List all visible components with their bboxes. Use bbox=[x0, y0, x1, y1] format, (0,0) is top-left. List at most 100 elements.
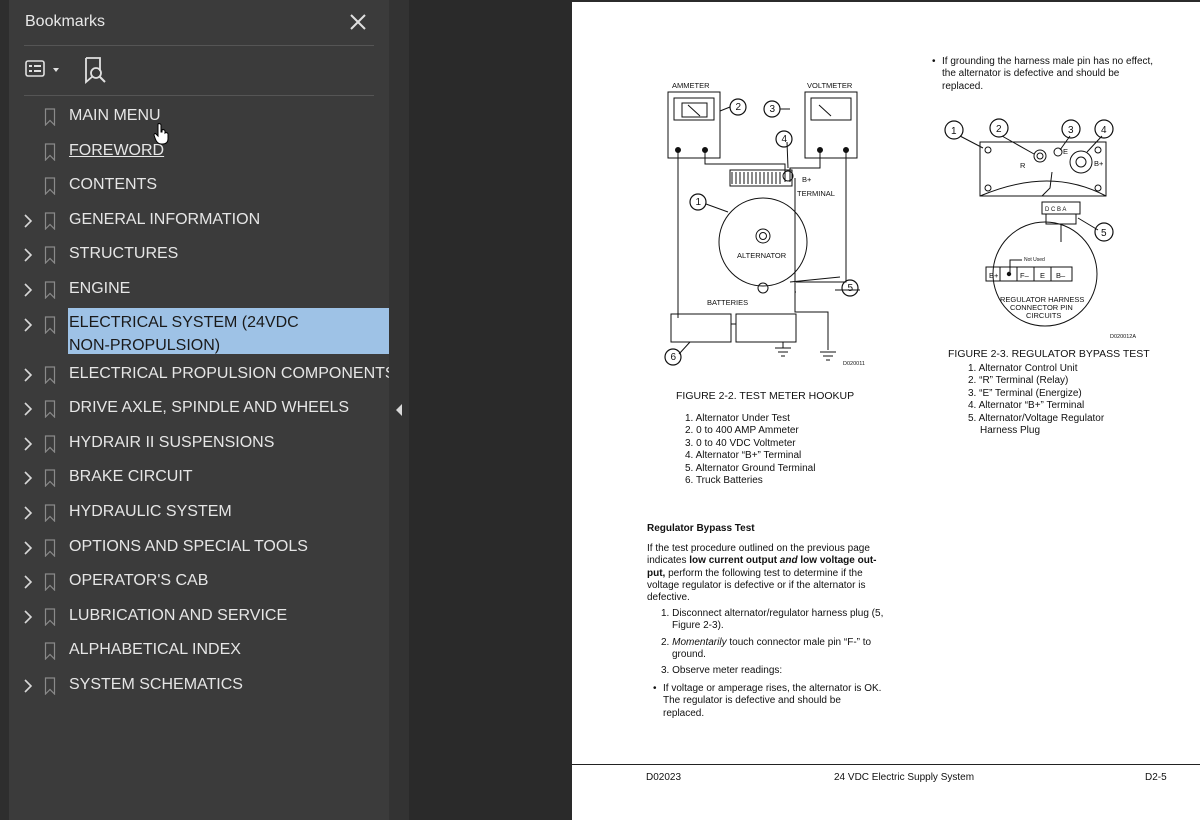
pdf-viewer: Bookmarks MAIN MENU FOREWORD CONTENTS GENER… bbox=[0, 0, 1200, 820]
list-options-icon[interactable] bbox=[24, 57, 64, 83]
bplus-terminal-label: B+ bbox=[1094, 159, 1104, 168]
note-line: The regulator is defective and should be bbox=[663, 695, 841, 707]
chevron-right-icon[interactable] bbox=[22, 247, 34, 263]
italic-text: Momentarily bbox=[672, 636, 727, 648]
bookmark-icon bbox=[44, 177, 56, 196]
step-line: Figure 2-3). bbox=[672, 620, 724, 632]
label-line: NON-PROPULSION) bbox=[69, 336, 221, 354]
bookmark-item[interactable]: HYDRAULIC SYSTEM bbox=[16, 496, 386, 530]
footer-doc-id: D02023 bbox=[646, 772, 682, 783]
note-line: If grounding the harness male pin has no… bbox=[942, 56, 1154, 67]
chevron-right-icon[interactable] bbox=[22, 317, 34, 333]
bookmark-item[interactable]: LUBRICATION AND SERVICE bbox=[16, 600, 386, 634]
chevron-right-icon[interactable] bbox=[22, 540, 34, 556]
bookmark-icon bbox=[44, 504, 56, 522]
bookmark-label: STRUCTURES bbox=[69, 245, 179, 263]
chevron-right-icon[interactable] bbox=[22, 436, 34, 452]
bookmark-label: ALPHABETICAL INDEX bbox=[69, 641, 241, 659]
chevron-right-icon[interactable] bbox=[22, 574, 34, 590]
bookmark-item[interactable]: DRIVE AXLE, SPINDLE AND WHEELS bbox=[16, 392, 386, 426]
chevron-right-icon[interactable] bbox=[22, 609, 34, 625]
chevron-right-icon[interactable] bbox=[22, 505, 34, 521]
pin-label: B– bbox=[1056, 271, 1066, 280]
bookmark-item[interactable]: ALPHABETICAL INDEX bbox=[16, 634, 386, 668]
chevron-right-icon[interactable] bbox=[22, 282, 34, 298]
body-line: put, perform the following test to deter… bbox=[647, 568, 889, 580]
callout-1: 1 bbox=[951, 126, 957, 137]
bookmark-item[interactable]: ELECTRICAL PROPULSION COMPONENTS bbox=[16, 358, 396, 392]
callout-3: 3 bbox=[1068, 125, 1074, 136]
callout-5: 5 bbox=[848, 283, 854, 294]
bookmark-item[interactable]: GENERAL INFORMATION bbox=[16, 204, 386, 238]
bold-text: low voltage out- bbox=[800, 555, 877, 567]
bookmark-item[interactable]: BRAKE CIRCUIT bbox=[16, 461, 386, 495]
chevron-right-icon[interactable] bbox=[22, 213, 34, 229]
chevron-right-icon[interactable] bbox=[22, 678, 34, 694]
bookmark-item[interactable]: FOREWORD bbox=[16, 135, 386, 169]
legend-item: 5. Alternator Ground Terminal bbox=[685, 462, 816, 474]
bookmark-item[interactable]: STRUCTURES bbox=[16, 238, 386, 272]
figure-2-3-caption: FIGURE 2-3. REGULATOR BYPASS TEST bbox=[948, 348, 1150, 360]
bookmark-icon bbox=[44, 608, 56, 626]
bookmark-label: OPTIONS AND SPECIAL TOOLS bbox=[69, 537, 308, 555]
bookmark-icon bbox=[44, 142, 56, 161]
panel-edge bbox=[0, 0, 9, 820]
ammeter-label: AMMETER bbox=[672, 81, 710, 90]
footer-page-number: D2-5 bbox=[1145, 772, 1167, 783]
terminal-label: TERMINAL bbox=[797, 189, 835, 198]
bookmark-item[interactable]: ENGINE bbox=[16, 273, 386, 307]
hand-pointer-cursor bbox=[153, 123, 169, 145]
bookmark-item[interactable]: SYSTEM SCHEMATICS bbox=[16, 669, 386, 703]
pin-label: E bbox=[1040, 271, 1045, 280]
batteries-label: BATTERIES bbox=[707, 298, 748, 307]
bookmark-item[interactable]: OPTIONS AND SPECIAL TOOLS bbox=[16, 531, 386, 565]
text: perform the following test to determine … bbox=[665, 567, 863, 579]
callout-4: 4 bbox=[1101, 125, 1107, 136]
legend-item: 1. Alternator Control Unit bbox=[968, 363, 1078, 374]
step-line: ground. bbox=[672, 648, 706, 660]
text: indicates bbox=[647, 555, 690, 567]
legend-item: 5. Alternator/Voltage Regulator bbox=[968, 412, 1105, 424]
divider bbox=[24, 45, 374, 46]
r-terminal-label: R bbox=[1020, 161, 1026, 170]
figure-2-2-caption: FIGURE 2-2. TEST METER HOOKUP bbox=[676, 390, 855, 402]
step-line: 3. Observe meter readings: bbox=[661, 665, 783, 677]
bookmark-item[interactable]: HYDRAIR II SUSPENSIONS bbox=[16, 427, 386, 461]
bold-italic-text: and bbox=[777, 555, 801, 567]
bookmark-label: GENERAL INFORMATION bbox=[69, 210, 261, 228]
pin-label: B+ bbox=[989, 271, 999, 280]
note-line: replaced. bbox=[942, 80, 984, 92]
close-icon[interactable] bbox=[346, 10, 370, 34]
bookmark-item[interactable]: OPERATOR'S CAB bbox=[16, 565, 386, 599]
bookmark-label: HYDRAIR II SUSPENSIONS bbox=[69, 433, 275, 451]
callout-3: 3 bbox=[770, 104, 776, 115]
bookmark-icon bbox=[44, 315, 56, 334]
bookmark-label: CONTENTS bbox=[69, 176, 157, 194]
e-terminal-label: E bbox=[1063, 147, 1068, 156]
callout-5: 5 bbox=[1101, 228, 1107, 239]
pin-label: F– bbox=[1020, 271, 1030, 280]
grounding-note: If grounding the harness male pin has no… bbox=[942, 56, 1168, 93]
body-line: If the test procedure outlined on the pr… bbox=[647, 543, 870, 554]
document-background bbox=[409, 0, 572, 820]
bold-text: put, bbox=[647, 567, 666, 579]
bookmark-icon bbox=[44, 281, 56, 299]
bookmark-item[interactable]: ELECTRICAL SYSTEM (24VDC NON-PROPULSION) bbox=[16, 307, 398, 354]
chevron-right-icon[interactable] bbox=[22, 367, 34, 383]
legend-item: 3. “E” Terminal (Energize) bbox=[968, 387, 1082, 399]
collapse-panel-icon[interactable] bbox=[395, 403, 403, 417]
steps: 1. Disconnect alternator/regulator harne… bbox=[661, 608, 889, 677]
bookmark-icon bbox=[44, 677, 56, 695]
bookmark-icon bbox=[44, 642, 56, 661]
bookmark-icon bbox=[44, 212, 56, 230]
divider bbox=[24, 95, 374, 96]
figure-code: D020012A bbox=[1110, 334, 1136, 340]
chevron-right-icon[interactable] bbox=[22, 401, 34, 417]
find-bookmark-icon[interactable] bbox=[82, 55, 108, 85]
note-line: replaced. bbox=[663, 707, 705, 719]
chevron-right-icon[interactable] bbox=[22, 470, 34, 486]
bookmark-item[interactable]: CONTENTS bbox=[16, 169, 386, 203]
body-line: indicates low current output and low vol… bbox=[647, 555, 889, 567]
bookmark-item[interactable]: MAIN MENU bbox=[16, 100, 386, 134]
section-body: If the test procedure outlined on the pr… bbox=[647, 543, 889, 604]
